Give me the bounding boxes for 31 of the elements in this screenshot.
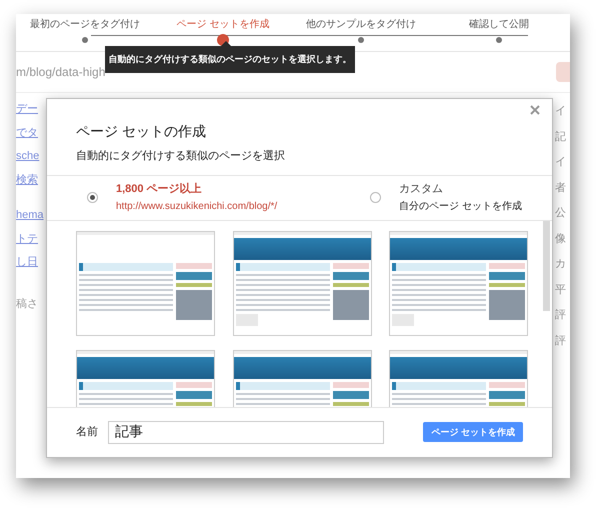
dialog-subtitle: 自動的にタグ付けする類似のページを選択 <box>76 149 286 164</box>
step-label: 最初のページをタグ付け <box>30 18 140 32</box>
step-label: 他のサンプルをタグ付け <box>306 18 416 32</box>
step-label: ページ セットを作成 <box>176 18 270 32</box>
faded-label: 平 <box>555 282 567 298</box>
option-title: 1,800 ページ以上 <box>116 182 203 197</box>
step-label: 確認して公開 <box>469 18 529 32</box>
faded-label: カ <box>555 257 567 272</box>
radio-button[interactable] <box>87 192 98 203</box>
scrollbar[interactable] <box>543 220 550 310</box>
faded-label: 者 <box>555 180 567 196</box>
create-page-set-button[interactable]: ページ セットを作成 <box>423 422 523 442</box>
name-label: 名前 <box>76 425 98 440</box>
side-button[interactable] <box>556 62 570 82</box>
faded-label: 記 <box>555 130 567 144</box>
radio-button[interactable] <box>370 192 381 203</box>
faded-text: 稿さ <box>16 296 39 312</box>
url-text: m/blog/data-high <box>16 64 106 81</box>
close-icon[interactable] <box>530 105 540 115</box>
faded-label: イ <box>555 155 567 170</box>
option-detail: 自分のページ セットを作成 <box>399 200 522 214</box>
faded-label: 像 <box>555 232 567 246</box>
faded-label: イ <box>555 104 567 119</box>
name-field[interactable]: 記事 <box>108 420 384 444</box>
faded-label: 公 <box>555 206 567 221</box>
option-title: カスタム <box>399 182 444 197</box>
faded-label: 評 <box>555 334 567 348</box>
dialog-title: ページ セットの作成 <box>76 122 207 141</box>
faded-label: 評 <box>555 308 567 323</box>
tooltip-text: 自動的にタグ付けする類似のページのセットを選択します。 <box>108 52 352 66</box>
option-detail: http://www.suzukikenichi.com/blog/*/ <box>116 200 278 214</box>
